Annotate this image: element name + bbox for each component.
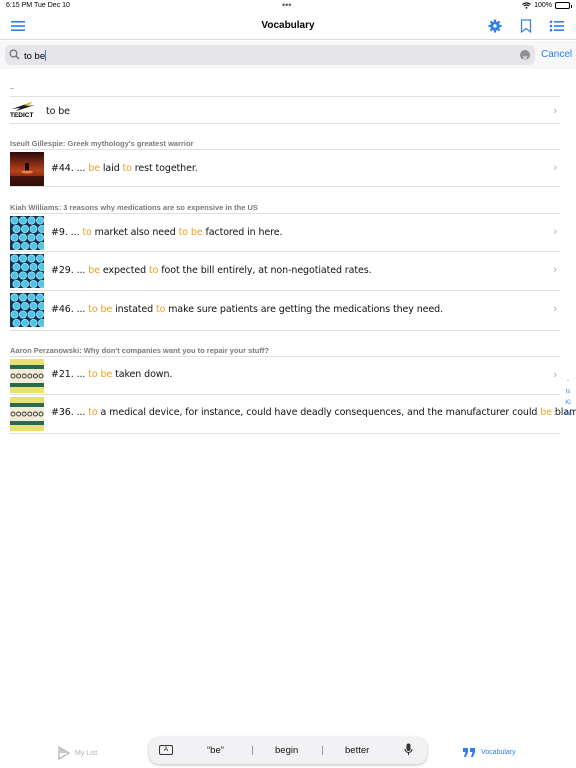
- highlighted-keyword: to: [82, 227, 92, 238]
- chevron-right-icon: ›: [553, 105, 557, 117]
- sentence-fragment: foot the bill entirely, at non-negotiate…: [158, 265, 372, 276]
- dictionary-term: to be: [46, 106, 70, 117]
- sentence-fragment: #21. ...: [51, 369, 89, 380]
- sentence-text: #36. ... to a medical device, for instan…: [51, 407, 576, 418]
- sentence-fragment: expected: [99, 265, 150, 276]
- clear-search-icon[interactable]: [520, 50, 530, 61]
- index-item[interactable]: -: [562, 378, 574, 384]
- sentence-fragment: market also need: [91, 227, 179, 238]
- chevron-right-icon: ›: [553, 407, 557, 419]
- status-date: Tue Dec 10: [34, 2, 70, 9]
- highlighted-keyword: to be: [88, 304, 113, 315]
- navigation-bar: Vocabulary: [0, 12, 576, 40]
- search-value: to be: [24, 51, 46, 62]
- section-index[interactable]: - Is Ki Aa: [562, 378, 574, 422]
- highlighted-keyword: to be: [178, 227, 203, 238]
- microphone-icon[interactable]: [404, 743, 413, 756]
- sentence-fragment: #9. ...: [51, 227, 83, 238]
- list-item[interactable]: #36. ... to a medical device, for instan…: [10, 395, 576, 434]
- sentence-fragment: #36. ...: [51, 407, 89, 418]
- sentence-fragment: laid: [99, 163, 123, 174]
- talk-thumbnail: [10, 293, 46, 327]
- suggestion-item[interactable]: begin: [275, 745, 298, 756]
- section-header: Aaron Perzanowski: Why don't companies w…: [10, 346, 269, 355]
- sentence-text: #44. ... be laid to rest together.: [51, 163, 198, 174]
- sentence-fragment: taken down.: [112, 369, 173, 380]
- highlighted-keyword: be: [88, 265, 100, 276]
- list-item[interactable]: #9. ... to market also need to be factor…: [10, 213, 560, 252]
- chevron-right-icon: ›: [553, 369, 557, 381]
- multitasking-dots-icon[interactable]: •••: [282, 0, 291, 10]
- sentence-fragment: #46. ...: [51, 304, 89, 315]
- search-icon: [9, 49, 20, 60]
- highlighted-keyword: to: [88, 407, 98, 418]
- talk-thumbnail: [10, 254, 46, 288]
- chevron-right-icon: ›: [553, 162, 557, 174]
- tab-my-list[interactable]: My List: [58, 746, 97, 760]
- dictionary-row[interactable]: TEDICT to be ›: [10, 96, 560, 124]
- talk-thumbnail: [10, 397, 44, 431]
- tab-label: Vocabulary: [481, 748, 516, 756]
- list-item[interactable]: #29. ... be expected to foot the bill en…: [10, 252, 560, 291]
- status-time: 6:15 PM: [6, 2, 33, 9]
- quote-icon: [463, 748, 475, 757]
- cancel-button[interactable]: Cancel: [541, 49, 572, 60]
- tab-label: My List: [75, 749, 98, 757]
- sentence-fragment: a medical device, for instance, could ha…: [97, 407, 541, 418]
- tab-vocabulary[interactable]: Vocabulary: [462, 746, 516, 758]
- keyboard-suggestion-bar: A “be” begin better: [149, 737, 427, 764]
- index-item[interactable]: Ki: [562, 400, 574, 406]
- section-header: Iseult Gillespie: Greek mythology's grea…: [10, 139, 194, 148]
- section-header: Kiah Williams: 3 reasons why medications…: [10, 203, 258, 212]
- chevron-right-icon: ›: [553, 226, 557, 238]
- battery-icon: [555, 2, 572, 9]
- search-input[interactable]: to be: [5, 45, 535, 65]
- highlighted-keyword: to: [156, 304, 166, 315]
- talk-thumbnail: [10, 216, 46, 250]
- sentence-fragment: #44. ...: [51, 163, 89, 174]
- tedict-logo-text: TEDICT: [10, 112, 34, 119]
- bookmark-icon[interactable]: [517, 17, 535, 35]
- list-icon[interactable]: [548, 17, 566, 35]
- list-item[interactable]: #46. ... to be instated to make sure pat…: [10, 291, 560, 331]
- sentence-text: #9. ... to market also need to be factor…: [51, 227, 283, 238]
- play-icon: [58, 746, 70, 760]
- battery-percent: 100%: [534, 2, 552, 9]
- chevron-right-icon: ›: [553, 303, 557, 315]
- tedict-logo: TEDICT: [10, 101, 38, 121]
- sentence-fragment: #29. ...: [51, 265, 89, 276]
- highlighted-keyword: to: [122, 163, 132, 174]
- index-item[interactable]: Is: [562, 389, 574, 395]
- section-index-dash: –: [10, 85, 14, 92]
- talk-thumbnail: [10, 359, 44, 393]
- sentence-fragment: rest together.: [131, 163, 198, 174]
- status-bar: 6:15 PM Tue Dec 10 ••• 100%: [0, 0, 576, 12]
- suggestion-item[interactable]: better: [345, 745, 369, 756]
- sentence-text: #46. ... to be instated to make sure pat…: [51, 304, 443, 315]
- sentence-text: #21. ... to be taken down.: [51, 369, 172, 380]
- highlighted-keyword: to: [149, 265, 159, 276]
- list-item[interactable]: #21. ... to be taken down. ›: [10, 356, 560, 395]
- sentence-fragment: instated: [112, 304, 157, 315]
- highlighted-keyword: be: [88, 163, 100, 174]
- talk-thumbnail: [10, 152, 44, 186]
- index-item[interactable]: Aa: [562, 411, 574, 417]
- highlighted-keyword: be: [540, 407, 552, 418]
- chevron-right-icon: ›: [553, 264, 557, 276]
- search-bar: to be Cancel: [0, 41, 576, 69]
- sentence-fragment: make sure patients are getting the medic…: [165, 304, 443, 315]
- wifi-icon: [522, 2, 531, 9]
- keyboard-icon[interactable]: A: [159, 745, 173, 755]
- sentence-text: #29. ... be expected to foot the bill en…: [51, 265, 372, 276]
- sentence-fragment: factored in here.: [202, 227, 283, 238]
- suggestion-item[interactable]: “be”: [207, 745, 224, 756]
- highlighted-keyword: to be: [88, 369, 113, 380]
- gear-icon[interactable]: [486, 17, 504, 35]
- list-item[interactable]: #44. ... be laid to rest together. ›: [10, 149, 560, 187]
